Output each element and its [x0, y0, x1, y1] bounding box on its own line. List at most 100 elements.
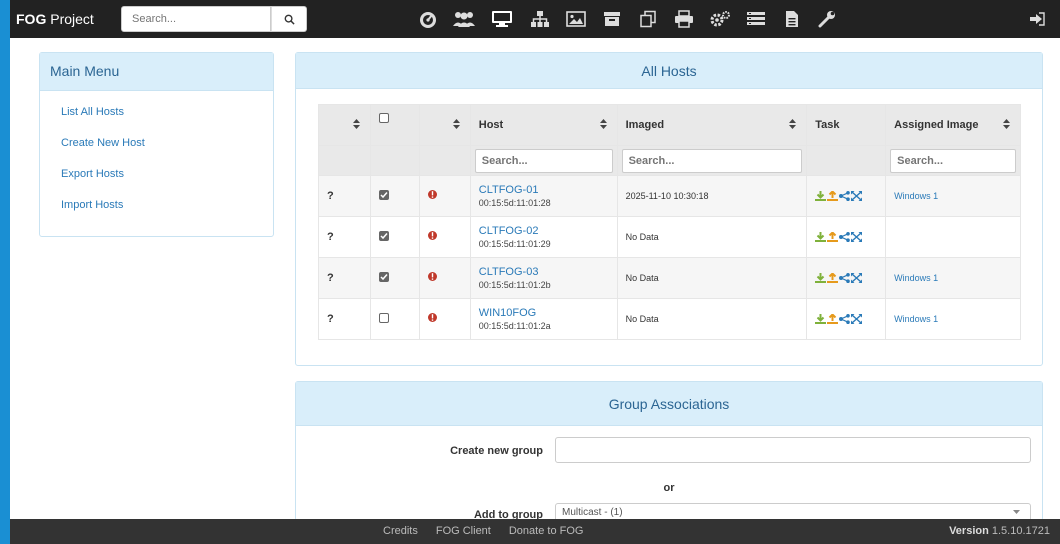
- nav-tasks[interactable]: [738, 0, 774, 38]
- host-filter-input[interactable]: [474, 148, 613, 173]
- reports-icon: [786, 11, 798, 27]
- users-icon: [453, 12, 475, 27]
- host-link[interactable]: CLTFOG-01: [479, 184, 609, 196]
- logout-button[interactable]: [1022, 0, 1052, 38]
- expand-icon[interactable]: [851, 232, 863, 242]
- imaged-date: 2025-11-10 10:30:18: [625, 191, 709, 201]
- task-icons: [815, 314, 877, 324]
- deploy-icon[interactable]: [815, 232, 827, 242]
- alert-cell: [418, 257, 471, 299]
- footer: Credits FOG Client Donate to FOG Version…: [10, 519, 1060, 544]
- printers-icon: [675, 10, 693, 28]
- column-header-task-label: Task: [815, 119, 840, 131]
- deploy-icon[interactable]: [815, 191, 827, 201]
- sort-icon: [352, 119, 360, 129]
- image-filter-input[interactable]: [890, 148, 1016, 173]
- brand-logo[interactable]: FOG Project: [16, 11, 121, 27]
- footer-link-donate[interactable]: Donate to FOG: [509, 525, 584, 537]
- sidebar-item-export-hosts[interactable]: Export Hosts: [61, 167, 273, 198]
- capture-icon[interactable]: [827, 232, 839, 242]
- all-hosts-title: All Hosts: [296, 53, 1042, 89]
- table-row: ? CLTFOG-03 00:15:5d:11:01:2b No Data Win: [318, 257, 1021, 299]
- nav-storage[interactable]: [594, 0, 630, 38]
- alert-icon: [427, 231, 437, 240]
- alert-icon: [427, 190, 437, 199]
- imaged-filter-input[interactable]: [621, 148, 803, 173]
- search-icon: [284, 14, 295, 25]
- filter-cell: [418, 145, 471, 176]
- task-cell: [806, 298, 887, 340]
- tasks-icon: [747, 12, 765, 25]
- host-status: ?: [327, 190, 334, 202]
- filter-cell: [469, 145, 618, 176]
- share-icon[interactable]: [839, 273, 850, 283]
- expand-icon[interactable]: [851, 191, 863, 201]
- sidebar-item-create-new-host[interactable]: Create New Host: [61, 136, 273, 167]
- row-checkbox-checked[interactable]: [378, 189, 389, 200]
- nav-dashboard[interactable]: [410, 0, 446, 38]
- filter-cell: [318, 145, 371, 176]
- imaged-cell: No Data: [616, 216, 808, 258]
- share-icon[interactable]: [839, 314, 850, 324]
- column-header-host[interactable]: Host: [469, 104, 618, 146]
- host-link[interactable]: CLTFOG-03: [479, 266, 609, 278]
- assigned-image-link[interactable]: Windows 1: [894, 273, 938, 283]
- search-input[interactable]: [121, 6, 271, 32]
- nav-service-config[interactable]: [702, 0, 738, 38]
- nav-icon-bar: [410, 0, 846, 38]
- host-link[interactable]: CLTFOG-02: [479, 225, 609, 237]
- row-checkbox-checked[interactable]: [378, 271, 389, 282]
- share-icon[interactable]: [839, 191, 850, 201]
- nav-hosts[interactable]: [482, 0, 522, 38]
- column-header-status[interactable]: [318, 104, 371, 146]
- search-button[interactable]: [271, 6, 307, 32]
- alert-cell: [418, 175, 471, 217]
- status-cell: ?: [318, 175, 371, 217]
- row-checkbox-checked[interactable]: [378, 230, 389, 241]
- sidebar-item-list-all-hosts[interactable]: List All Hosts: [61, 105, 273, 136]
- capture-icon[interactable]: [827, 191, 839, 201]
- deploy-icon[interactable]: [815, 314, 827, 324]
- host-cell: CLTFOG-01 00:15:5d:11:01:28: [469, 175, 618, 217]
- host-status: ?: [327, 272, 334, 284]
- deploy-icon[interactable]: [815, 273, 827, 283]
- create-group-input[interactable]: [555, 437, 1031, 463]
- host-link[interactable]: WIN10FOG: [479, 307, 609, 319]
- brand-rest: Project: [46, 11, 94, 27]
- footer-link-fog-client[interactable]: FOG Client: [436, 525, 491, 537]
- column-header-alert[interactable]: [418, 104, 471, 146]
- nav-groups[interactable]: [522, 0, 558, 38]
- alert-icon: [427, 272, 437, 281]
- imaged-date: No Data: [625, 232, 659, 242]
- image-cell: Windows 1: [885, 257, 1021, 299]
- capture-icon[interactable]: [827, 273, 839, 283]
- share-icon[interactable]: [839, 232, 850, 242]
- expand-icon[interactable]: [851, 273, 863, 283]
- column-header-imaged[interactable]: Imaged: [616, 104, 808, 146]
- footer-link-credits[interactable]: Credits: [383, 525, 418, 537]
- nav-snapins[interactable]: [630, 0, 666, 38]
- task-icons: [815, 232, 877, 242]
- sort-icon: [452, 119, 460, 129]
- nav-users[interactable]: [446, 0, 482, 38]
- imaged-cell: No Data: [616, 298, 808, 340]
- nav-settings[interactable]: [810, 0, 846, 38]
- sort-icon: [789, 119, 797, 129]
- expand-icon[interactable]: [851, 314, 863, 324]
- create-group-label: Create new group: [450, 445, 543, 457]
- assigned-image-link[interactable]: Windows 1: [894, 314, 938, 324]
- imaged-cell: 2025-11-10 10:30:18: [616, 175, 808, 217]
- sidebar-item-import-hosts[interactable]: Import Hosts: [61, 198, 273, 229]
- assigned-image-link[interactable]: Windows 1: [894, 191, 938, 201]
- row-checkbox-unchecked[interactable]: [378, 312, 389, 323]
- nav-reports[interactable]: [774, 0, 810, 38]
- column-header-assigned-image[interactable]: Assigned Image: [885, 104, 1021, 146]
- alert-icon: [427, 313, 437, 322]
- status-cell: ?: [318, 216, 371, 258]
- select-all-checkbox[interactable]: [378, 113, 389, 123]
- nav-images[interactable]: [558, 0, 594, 38]
- column-header-task: Task: [806, 104, 887, 146]
- settings-icon: [818, 11, 835, 28]
- nav-printers[interactable]: [666, 0, 702, 38]
- capture-icon[interactable]: [827, 314, 839, 324]
